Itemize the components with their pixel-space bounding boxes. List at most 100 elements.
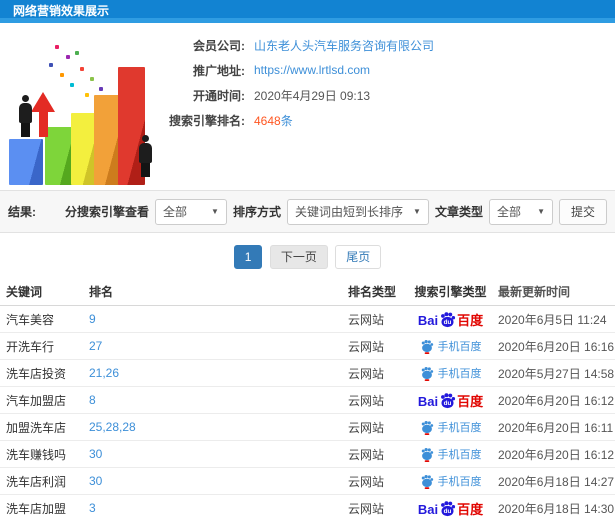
mobile-baidu-logo: 手机百度 [420,446,482,462]
engine-rank-row: 搜索引擎排名: 4648条 [155,112,615,129]
baidu-paw-icon: du [441,501,456,517]
updated-cell: 2020年5月27日 14:58 [498,366,615,381]
sort-value: 关键词由短到长排序 [294,205,403,219]
promo-url-row: 推广地址: https://www.lrtlsd.com [155,63,615,78]
keyword-cell: 开洗车行 [6,339,55,354]
rank-link[interactable]: 30 [89,447,102,461]
col-updated: 最新更新时间 [498,285,571,299]
table-row: 洗车店加盟 3 云网站 Bai du 百度 2020年6月18日 14:30 [0,495,615,520]
rank-type-cell: 云网站 [348,339,385,354]
table-row: 洗车店投资 21,26 云网站 手机百度 2020年5月27日 14:58 [0,360,615,387]
open-time-label: 开通时间: [193,88,245,103]
rank-link[interactable]: 21,26 [89,366,119,380]
table-row: 洗车店利润 30 云网站 手机百度 2020年6月18日 14:27 [0,468,615,495]
article-type-select[interactable]: 全部 ▼ [488,198,553,225]
engine-rank-value: 4648条 [254,112,293,129]
mobile-baidu-logo: 手机百度 [420,419,482,435]
updated-cell: 2020年6月20日 16:16 [498,339,615,354]
engine-cell: 手机百度 [405,338,496,354]
engine-filter-select[interactable]: 全部 ▼ [154,198,227,225]
engine-rank-label: 搜索引擎排名: [169,113,245,128]
rank-link[interactable]: 27 [89,339,102,353]
updated-cell: 2020年6月20日 16:12 [498,447,615,462]
mobile-baidu-paw-icon [421,447,433,462]
chevron-down-icon: ▼ [413,207,421,216]
filter-bar: 结果: 分搜索引擎查看 全部 ▼ 排序方式 关键词由短到长排序 ▼ 文章类型 全… [0,190,615,233]
svg-text:du: du [444,400,452,407]
chart-bar-yellow [71,113,96,185]
table-header-row: 关键词 排名 排名类型 搜索引擎类型 最新更新时间 [0,278,615,306]
rank-type-cell: 云网站 [348,366,385,381]
engine-filter-label: 分搜索引擎查看 [64,205,149,219]
table-row: 加盟洗车店 25,28,28 云网站 手机百度 2020年6月20日 16:11 [0,414,615,441]
promo-url-link[interactable]: https://www.lrtlsd.com [254,63,370,77]
page-1-button[interactable]: 1 [233,245,263,269]
baidu-paw-icon: du [441,312,456,328]
member-company-label: 会员公司: [193,38,245,53]
rank-link[interactable]: 8 [89,393,96,407]
engine-cell: 手机百度 [405,365,496,381]
result-label: 结果: [8,205,36,219]
last-page-button[interactable]: 尾页 [335,245,382,269]
mobile-baidu-logo: 手机百度 [420,473,482,489]
next-page-button[interactable]: 下一页 [269,245,328,269]
keyword-cell: 洗车店加盟 [6,501,67,516]
engine-cell: Bai du 百度 [405,500,496,517]
marketing-report-page: 网络营销效果展示 会员公司: 山东老人头汽车服务咨询有限公司 推广地址: htt… [0,0,615,520]
chart-bar-orange [94,95,120,185]
updated-cell: 2020年6月20日 16:11 [498,420,614,435]
baidu-logo: Bai du 百度 [417,501,484,517]
rank-link[interactable]: 3 [89,501,96,515]
sort-select[interactable]: 关键词由短到长排序 ▼ [286,198,429,225]
mobile-baidu-paw-icon [421,474,433,489]
member-company-link[interactable]: 山东老人头汽车服务咨询有限公司 [254,37,434,54]
engine-cell: Bai du 百度 [405,311,496,328]
keyword-cell: 汽车加盟店 [6,393,67,408]
mobile-baidu-logo: 手机百度 [420,365,482,381]
mobile-baidu-paw-icon [421,339,433,354]
businessman-figure-right [139,135,152,177]
rank-link[interactable]: 9 [89,312,96,326]
member-company-row: 会员公司: 山东老人头汽车服务咨询有限公司 [155,37,615,54]
updated-cell: 2020年6月5日 11:24 [498,312,607,327]
rank-link[interactable]: 25,28,28 [89,420,136,434]
engine-cell: 手机百度 [405,419,496,435]
updated-cell: 2020年6月18日 14:30 [498,501,615,516]
results-table: 关键词 排名 排名类型 搜索引擎类型 最新更新时间 汽车美容 9 云网站 Bai… [0,278,615,520]
sort-label: 排序方式 [232,205,281,219]
submit-button[interactable]: 提交 [558,198,607,225]
engine-cell: 手机百度 [405,446,496,462]
up-arrow-stem [39,111,48,137]
updated-cell: 2020年6月18日 14:27 [498,474,615,489]
svg-text:du: du [444,508,452,515]
rank-link[interactable]: 30 [89,474,102,488]
chevron-down-icon: ▼ [537,207,545,216]
filter-group: 分搜索引擎查看 全部 ▼ 排序方式 关键词由短到长排序 ▼ 文章类型 全部 ▼ … [64,198,607,225]
engine-cell: Bai du 百度 [405,392,496,409]
col-keyword: 关键词 [6,285,43,299]
rank-type-cell: 云网站 [348,393,385,408]
table-row: 汽车加盟店 8 云网站 Bai du 百度 2020年6月20日 16:12 [0,387,615,414]
businessman-figure-left [19,95,32,137]
chart-bar-green [45,127,73,185]
pagination: 1 下一页 尾页 [0,245,615,269]
account-info-panel: 会员公司: 山东老人头汽车服务咨询有限公司 推广地址: https://www.… [155,39,615,139]
rank-type-cell: 云网站 [348,501,385,516]
mobile-baidu-logo: 手机百度 [420,338,482,354]
engine-cell: 手机百度 [405,473,496,489]
article-type-label: 文章类型 [434,205,483,219]
promo-url-label: 推广地址: [193,63,245,78]
table-row: 洗车赚钱吗 30 云网站 手机百度 2020年6月20日 16:12 [0,441,615,468]
rank-type-cell: 云网站 [348,312,385,327]
mobile-baidu-paw-icon [421,420,433,435]
col-engine-type: 搜索引擎类型 [414,285,487,299]
open-time-value: 2020年4月29日 09:13 [254,88,371,103]
keyword-cell: 洗车店利润 [6,474,67,489]
chevron-down-icon: ▼ [211,207,219,216]
rank-type-cell: 云网站 [348,420,385,435]
baidu-logo: Bai du 百度 [417,393,484,409]
svg-text:du: du [444,319,452,326]
rank-count: 4648 [254,113,281,128]
chart-bar-blue [9,139,43,185]
keyword-cell: 汽车美容 [6,312,55,327]
